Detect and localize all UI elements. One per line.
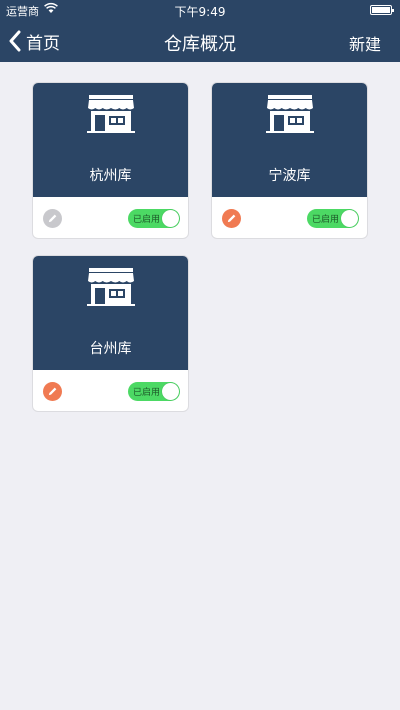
store-icon: [87, 95, 135, 133]
status-label: 已启用: [133, 215, 161, 225]
warehouse-card[interactable]: 台州库 已启用: [32, 255, 189, 412]
status-toggle[interactable]: 已启用: [128, 209, 180, 228]
pencil-icon: [48, 387, 57, 396]
status-time: 下午9:49: [174, 5, 226, 19]
card-header: 杭州库: [33, 83, 188, 197]
toggle-knob: [341, 210, 358, 227]
store-icon: [266, 95, 314, 133]
toggle-knob: [162, 210, 179, 227]
edit-button[interactable]: [43, 382, 62, 401]
warehouse-name: 宁波库: [268, 168, 311, 184]
warehouse-card[interactable]: 宁波库 已启用: [211, 82, 368, 239]
page-title: 仓库概况: [164, 34, 236, 55]
pencil-icon: [227, 214, 236, 223]
status-bar: 运营商 下午9:49: [0, 0, 400, 20]
battery-icon: [370, 5, 394, 15]
edit-button[interactable]: [43, 209, 62, 228]
warehouse-card[interactable]: 杭州库 已启用: [32, 82, 189, 239]
status-label: 已启用: [312, 215, 340, 225]
store-icon: [87, 268, 135, 306]
status-label: 已启用: [133, 388, 161, 398]
status-toggle[interactable]: 已启用: [307, 209, 359, 228]
warehouse-name: 杭州库: [89, 168, 132, 184]
edit-button[interactable]: [222, 209, 241, 228]
toggle-knob: [162, 383, 179, 400]
new-button[interactable]: 新建: [349, 31, 381, 55]
nav-bar: 首页 仓库概况 新建: [0, 20, 400, 62]
pencil-icon: [48, 214, 57, 223]
warehouse-name: 台州库: [89, 341, 132, 357]
card-header: 宁波库: [212, 83, 367, 197]
header: 运营商 下午9:49 首页 仓库概况 新建: [0, 0, 400, 62]
card-header: 台州库: [33, 256, 188, 370]
status-toggle[interactable]: 已启用: [128, 382, 180, 401]
